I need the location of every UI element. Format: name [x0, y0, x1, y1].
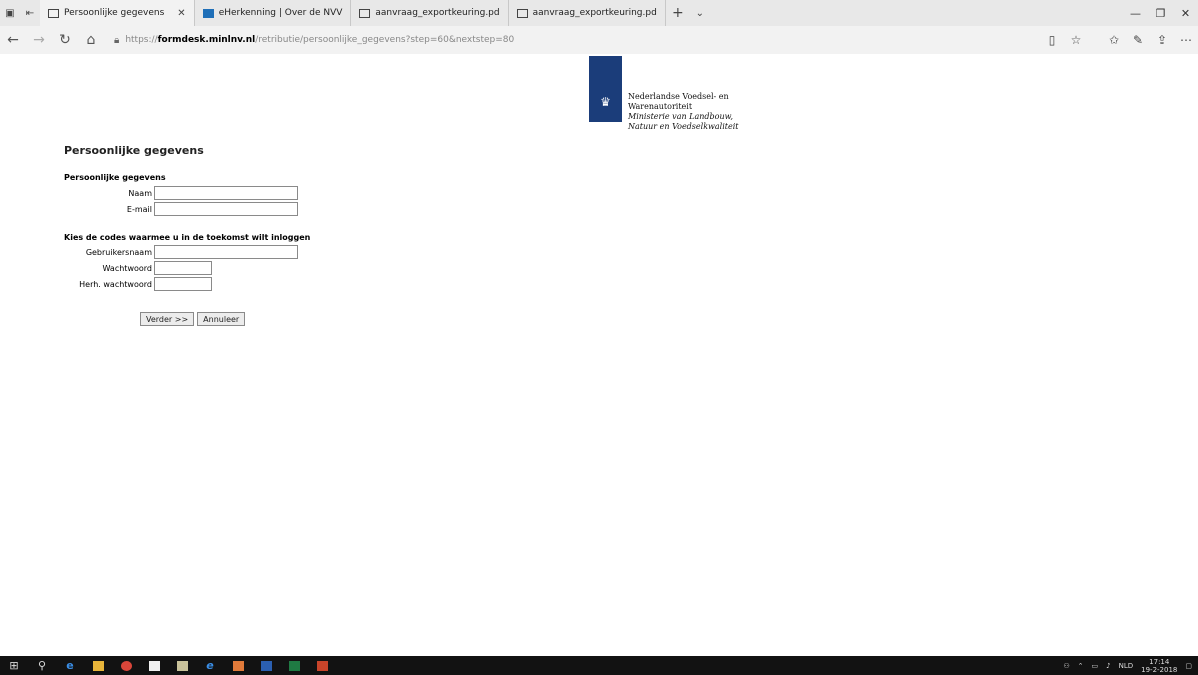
- section-title-login: Kies de codes waarmee u in de toekomst w…: [64, 233, 311, 242]
- edge-icon[interactable]: e: [56, 656, 84, 675]
- share-icon[interactable]: ⇪: [1150, 26, 1174, 54]
- tab-label: Persoonlijke gegevens: [64, 8, 165, 18]
- gebruikersnaam-input[interactable]: [154, 245, 298, 259]
- action-center-icon[interactable]: ▢: [1185, 662, 1192, 670]
- tab-aanvraag-1[interactable]: aanvraag_exportkeuring.pd: [351, 0, 509, 26]
- crest-icon: ♛: [600, 95, 611, 109]
- logo-line3: Ministerie van Landbouw,: [628, 112, 734, 121]
- store-icon[interactable]: [140, 656, 168, 675]
- volume-icon[interactable]: ♪: [1106, 662, 1110, 670]
- email-input[interactable]: [154, 202, 298, 216]
- favorites-hub-icon[interactable]: ✩: [1102, 26, 1126, 54]
- page-title: Persoonlijke gegevens: [64, 144, 204, 157]
- lock-icon: 🔒︎: [114, 34, 120, 46]
- home-icon[interactable]: ⌂: [78, 26, 104, 54]
- annuleer-button[interactable]: Annuleer: [197, 312, 246, 326]
- folder-icon[interactable]: [168, 656, 196, 675]
- tab-label: aanvraag_exportkeuring.pd: [375, 8, 500, 18]
- network-icon[interactable]: ▭: [1092, 662, 1099, 670]
- logo-line4: Natuur en Voedselkwaliteit: [628, 122, 739, 131]
- naam-input[interactable]: [154, 186, 298, 200]
- chevron-up-icon[interactable]: ⌃: [1078, 662, 1084, 670]
- minimize-icon[interactable]: —: [1123, 0, 1148, 26]
- system-tray: ⚇ ⌃ ▭ ♪ NLD 17:14 19-2-2018 ▢: [1063, 658, 1198, 674]
- paint-icon[interactable]: [224, 656, 252, 675]
- more-icon[interactable]: ⋯: [1174, 26, 1198, 54]
- windows-start-icon[interactable]: ⊞: [0, 656, 28, 675]
- herh-wachtwoord-row: Herh. wachtwoord: [64, 277, 212, 291]
- email-row: E-mail: [64, 202, 298, 216]
- site-favicon-icon: [202, 8, 214, 18]
- language-indicator[interactable]: NLD: [1119, 662, 1134, 670]
- naam-label: Naam: [128, 188, 152, 198]
- web-note-icon[interactable]: ✎: [1126, 26, 1150, 54]
- new-tab-button[interactable]: +: [666, 0, 690, 26]
- refresh-icon[interactable]: ↻: [52, 26, 78, 54]
- chrome-icon[interactable]: [112, 656, 140, 675]
- page-icon: [48, 8, 59, 18]
- tab-label: eHerkenning | Over de NVV: [218, 8, 343, 18]
- windows-taskbar: ⊞ ⚲ e e ⚇ ⌃ ▭ ♪ NLD 17:14 19-2-2018 ▢: [0, 656, 1198, 675]
- pdf-icon: [516, 8, 528, 18]
- wachtwoord-row: Wachtwoord: [64, 261, 212, 275]
- close-window-icon[interactable]: ✕: [1173, 0, 1198, 26]
- tab-label: aanvraag_exportkeuring.pd: [532, 8, 657, 18]
- set-aside-tabs-icon[interactable]: ⇤: [20, 0, 40, 26]
- tab-aanvraag-2[interactable]: aanvraag_exportkeuring.pd: [509, 0, 666, 26]
- tab-preview-chevron-icon[interactable]: ⌄: [690, 0, 710, 26]
- verder-button[interactable]: Verder >>: [140, 312, 195, 326]
- naam-row: Naam: [64, 186, 298, 200]
- powerpoint-icon[interactable]: [308, 656, 336, 675]
- tab-actions-icon[interactable]: ▣: [0, 0, 20, 26]
- back-icon[interactable]: ←: [0, 26, 26, 54]
- logo-bar: ♛: [589, 56, 622, 122]
- browser-tab-bar: ▣ ⇤ Persoonlijke gegevens ✕ eHerkenning …: [0, 0, 1198, 26]
- excel-icon[interactable]: [280, 656, 308, 675]
- wachtwoord-input[interactable]: [154, 261, 212, 275]
- clock-date: 19-2-2018: [1141, 665, 1178, 674]
- url-text: https://formdesk.minlnv.nl/retributie/pe…: [125, 35, 515, 45]
- word-icon[interactable]: [252, 656, 280, 675]
- email-label: E-mail: [126, 204, 152, 214]
- herh-wachtwoord-label: Herh. wachtwoord: [79, 279, 152, 289]
- people-icon[interactable]: ⚇: [1063, 662, 1069, 670]
- logo-line1: Nederlandse Voedsel- en: [628, 92, 729, 101]
- logo-text: Nederlandse Voedsel- en Warenautoriteit …: [628, 92, 739, 132]
- browser-nav-bar: ← → ↻ ⌂ 🔒︎ https://formdesk.minlnv.nl/re…: [0, 26, 1198, 54]
- gebruikersnaam-row: Gebruikersnaam: [64, 245, 298, 259]
- page-icon: [359, 8, 371, 18]
- gebruikersnaam-label: Gebruikersnaam: [85, 247, 152, 257]
- clock[interactable]: 17:14 19-2-2018: [1141, 658, 1177, 674]
- forward-icon[interactable]: →: [26, 26, 52, 54]
- search-icon[interactable]: ⚲: [28, 656, 56, 675]
- tab-eherkenning[interactable]: eHerkenning | Over de NVV: [195, 0, 352, 26]
- clock-time: 17:14: [1149, 657, 1170, 666]
- internet-explorer-icon[interactable]: e: [196, 656, 224, 675]
- reading-view-icon[interactable]: ▯: [1040, 26, 1064, 54]
- close-tab-icon[interactable]: ✕: [177, 8, 185, 19]
- wachtwoord-label: Wachtwoord: [102, 263, 152, 273]
- form-buttons: Verder >> Annuleer: [140, 312, 246, 326]
- restore-icon[interactable]: ❐: [1148, 0, 1173, 26]
- logo-line2: Warenautoriteit: [628, 102, 693, 111]
- tab-persoonlijke-gegevens[interactable]: Persoonlijke gegevens ✕: [40, 0, 195, 26]
- file-explorer-icon[interactable]: [84, 656, 112, 675]
- favorite-star-icon[interactable]: ☆: [1064, 26, 1088, 54]
- address-bar[interactable]: 🔒︎ https://formdesk.minlnv.nl/retributie…: [114, 30, 1014, 50]
- herh-wachtwoord-input[interactable]: [154, 277, 212, 291]
- section-title-personal: Persoonlijke gegevens: [64, 173, 166, 182]
- page-content: ♛ Nederlandse Voedsel- en Warenautoritei…: [0, 54, 1198, 656]
